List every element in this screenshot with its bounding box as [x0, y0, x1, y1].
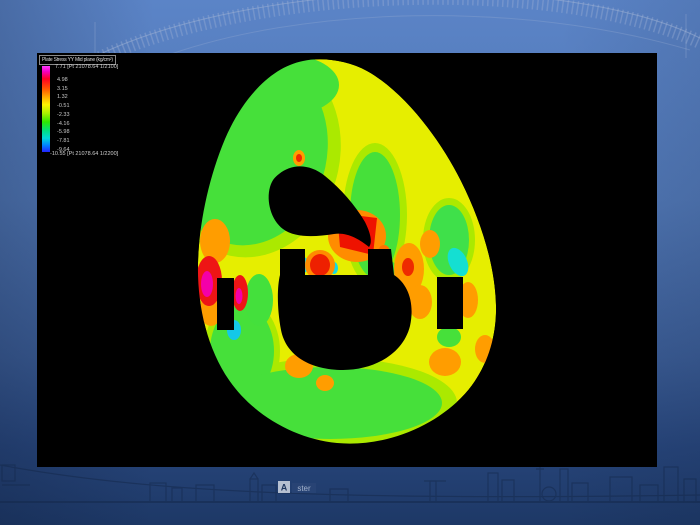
- legend-level-value: -7.81: [57, 138, 70, 144]
- building-outline: [488, 473, 498, 502]
- mast-line: [536, 465, 544, 502]
- cutout-right-rect: [437, 277, 463, 329]
- shore-curve: [0, 465, 700, 497]
- building-outline: [196, 485, 214, 502]
- legend-level-value: 1.32: [57, 94, 68, 100]
- legend-max-label: 7.71 [Pt 21078.64 1/2100]: [55, 64, 118, 70]
- legend-colorbar: [42, 66, 50, 152]
- dome-outline: [542, 487, 556, 501]
- building-outline: [610, 477, 632, 502]
- building-outline: [262, 485, 276, 502]
- arch-inner-line: [160, 16, 690, 58]
- building-outline: [664, 467, 678, 502]
- building-outline: [502, 480, 514, 502]
- legend-level-value: -4.16: [57, 121, 70, 127]
- legend-level-value: -2.33: [57, 112, 70, 118]
- building-outline: [2, 465, 15, 481]
- legend-level-value: -5.98: [57, 129, 70, 135]
- cutout-left-rect: [217, 278, 234, 330]
- building-outline: [572, 483, 588, 502]
- logo-text: ster: [297, 484, 311, 493]
- logo-box: [278, 481, 290, 493]
- logo-text-box: [292, 483, 316, 493]
- roof-line: [250, 473, 258, 479]
- legend-level-value: 3.15: [57, 86, 68, 92]
- contour-legend: Plate Stress YY Mid plane (kg/cm²) 7.71 …: [39, 55, 199, 167]
- arch-support: [95, 14, 686, 58]
- legend-level-value: -0.51: [57, 103, 70, 109]
- logo-letter: A: [281, 483, 288, 493]
- crane-tower: [430, 481, 436, 502]
- building-outline: [640, 485, 658, 502]
- arch-hatching: [100, 0, 700, 58]
- slide-background: { "slide": { "watermark_logo": { "box_le…: [0, 0, 700, 525]
- watermark-logo: A ster: [278, 481, 316, 493]
- arch-outline: [92, 0, 700, 58]
- legend-level-value: 4.98: [57, 77, 68, 83]
- legend-min-label: -10.55 [Pt 21078.64 1/2200]: [50, 151, 118, 157]
- top-sketch-drawing: [0, 0, 700, 60]
- building-outline: [560, 469, 568, 502]
- building-outline: [684, 479, 696, 502]
- building-outline: [250, 479, 258, 502]
- plot-area: Plate Stress YY Mid plane (kg/cm²) 7.71 …: [37, 53, 657, 467]
- building-outline: [172, 488, 182, 502]
- building-outline: [330, 489, 348, 502]
- building-outline: [150, 483, 166, 502]
